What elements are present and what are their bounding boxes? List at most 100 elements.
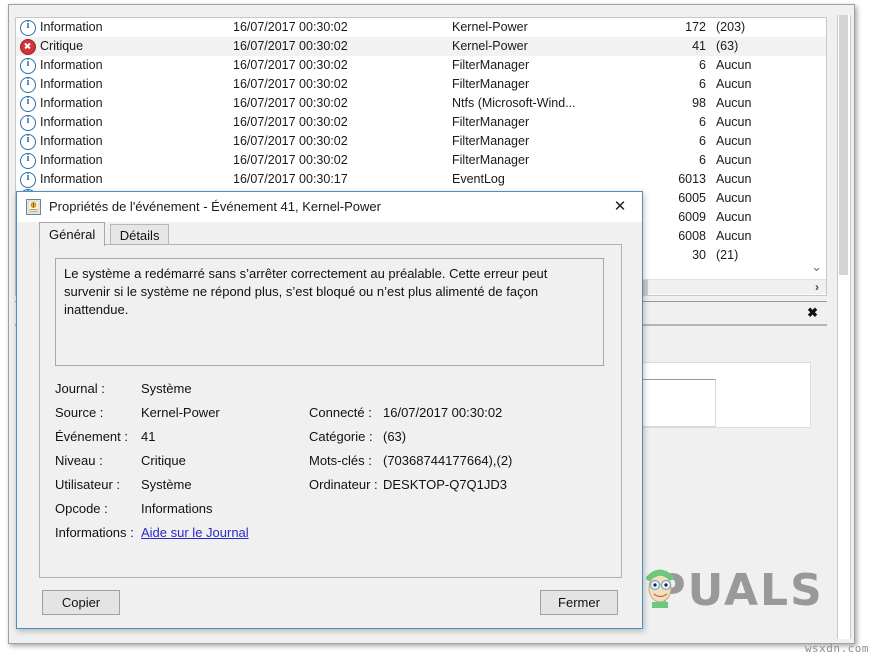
event-source-cell: FilterManager [452, 132, 529, 151]
source-watermark: wsxdn.com [805, 642, 869, 655]
event-id-cell: 6009 [656, 208, 706, 227]
event-id-cell: 6 [656, 132, 706, 151]
event-list-row[interactable]: Information 16/07/2017 00:30:02 FilterMana… [16, 132, 826, 151]
event-field-row: Niveau : Critique Mots-clés : (703687441776… [55, 453, 607, 477]
field-value: Système [141, 477, 192, 492]
event-level-label: Information [40, 75, 103, 94]
field-value: Critique [141, 453, 186, 468]
event-level-label: Information [40, 56, 103, 75]
event-id-cell: 6 [656, 113, 706, 132]
event-level-cell: Critique [20, 37, 220, 56]
field-label-secondary: Mots-clés : [309, 453, 372, 468]
event-category-cell: Aucun [716, 170, 751, 189]
info-icon [20, 134, 36, 150]
event-source-cell: Kernel-Power [452, 37, 528, 56]
event-level-cell: Information [20, 18, 220, 37]
dialog-tabs: Général Détails [39, 222, 169, 244]
event-list-row[interactable]: Information16/07/2017 00:30:02Kernel-Pow… [16, 18, 826, 37]
event-date-cell: 16/07/2017 00:30:02 [233, 56, 348, 75]
tab-general[interactable]: Général [39, 222, 105, 246]
event-category-cell: Aucun [716, 94, 751, 113]
window-vertical-scrollbar-thumb[interactable] [839, 15, 848, 275]
window-vertical-scrollbar[interactable] [837, 15, 851, 639]
event-level-cell: Information [20, 113, 220, 132]
event-date-cell: 16/07/2017 00:30:17 [233, 170, 348, 189]
field-label: Source : [55, 405, 103, 420]
field-label: Opcode : [55, 501, 108, 516]
event-id-cell: 41 [656, 37, 706, 56]
event-log-help-link[interactable]: Aide sur le Journal [141, 525, 249, 540]
info-label: Informations : [55, 525, 134, 540]
event-category-cell: Aucun [716, 132, 751, 151]
event-field-row: Journal : Système [55, 381, 607, 405]
close-button[interactable]: Fermer [540, 590, 618, 615]
event-date-cell: 16/07/2017 00:30:02 [233, 132, 348, 151]
event-date-cell: 16/07/2017 00:30:02 [233, 37, 348, 56]
event-category-cell: Aucun [716, 189, 751, 208]
appuals-mascot-icon [641, 561, 679, 609]
event-list-row[interactable]: Information 16/07/2017 00:30:17 EventLog 60… [16, 170, 826, 189]
event-list-row[interactable]: Information16/07/2017 00:30:02Ntfs (Micr… [16, 94, 826, 113]
event-category-cell: (21) [716, 246, 738, 265]
dialog-title-bar[interactable]: Propriétés de l'événement - Événement 41… [17, 192, 642, 222]
tab-details[interactable]: Détails [110, 224, 170, 246]
scroll-down-chevron-icon[interactable]: ⌄ [811, 260, 822, 273]
field-value-secondary: (70368744177664),(2) [383, 453, 512, 468]
field-label: Journal : [55, 381, 105, 396]
event-level-cell: Information [20, 75, 220, 94]
event-date-cell: 16/07/2017 00:30:02 [233, 151, 348, 170]
event-id-cell: 6 [656, 75, 706, 94]
field-value-secondary: 16/07/2017 00:30:02 [383, 405, 502, 420]
event-level-cell: Information [20, 132, 220, 151]
dialog-close-button[interactable]: ✕ [598, 192, 642, 221]
event-source-cell: EventLog [452, 170, 505, 189]
event-list-row[interactable]: Information16/07/2017 00:30:02FilterMana… [16, 75, 826, 94]
field-label: Événement : [55, 429, 128, 444]
event-level-label: Information [40, 132, 103, 151]
field-label: Utilisateur : [55, 477, 120, 492]
field-value: Informations [141, 501, 213, 516]
event-source-cell: Ntfs (Microsoft-Wind... [452, 94, 576, 113]
event-level-label: Information [40, 151, 103, 170]
event-list-row[interactable]: Information 16/07/2017 00:30:02 FilterMana… [16, 56, 826, 75]
info-icon [20, 20, 36, 36]
event-id-cell: 6013 [656, 170, 706, 189]
event-id-cell: 6008 [656, 227, 706, 246]
event-category-cell: Aucun [716, 208, 751, 227]
event-level-label: Information [40, 94, 103, 113]
event-field-row: Opcode : Informations [55, 501, 607, 525]
info-icon [20, 153, 36, 169]
event-category-cell: (203) [716, 18, 745, 37]
event-level-cell: Information [20, 94, 220, 113]
event-id-cell: 6 [656, 151, 706, 170]
event-category-cell: Aucun [716, 75, 751, 94]
event-list-row[interactable]: Information16/07/2017 00:30:02FilterMana… [16, 113, 826, 132]
event-id-cell: 6005 [656, 189, 706, 208]
event-field-row: Source :Kernel-PowerConnecté :16/07/2017… [55, 405, 607, 429]
event-category-cell: Aucun [716, 56, 751, 75]
copy-button[interactable]: Copier [42, 590, 120, 615]
event-properties-dialog: Propriétés de l'événement - Événement 41… [16, 191, 643, 629]
event-date-cell: 16/07/2017 00:30:02 [233, 113, 348, 132]
scroll-right-arrow-icon[interactable]: › [807, 280, 827, 295]
event-id-cell: 30 [656, 246, 706, 265]
field-value: Système [141, 381, 192, 396]
dialog-tab-panel: Le système a redémarré sans s’arrêter co… [39, 244, 622, 578]
event-id-cell: 6 [656, 56, 706, 75]
event-level-label: Information [40, 170, 103, 189]
event-source-cell: FilterManager [452, 75, 529, 94]
event-source-cell: FilterManager [452, 151, 529, 170]
event-message-box[interactable]: Le système a redémarré sans s’arrêter co… [55, 258, 604, 366]
field-label: Niveau : [55, 453, 103, 468]
event-level-cell: Information [20, 170, 220, 189]
event-level-cell: Information [20, 151, 220, 170]
preview-close-icon[interactable]: ✖ [807, 304, 818, 322]
event-id-cell: 98 [656, 94, 706, 113]
event-field-row: Utilisateur :SystèmeOrdinateur :DESKTOP-… [55, 477, 607, 501]
event-source-cell: FilterManager [452, 56, 529, 75]
field-label-secondary: Ordinateur : [309, 477, 378, 492]
event-list-row[interactable]: Information 16/07/2017 00:30:02 FilterMana… [16, 151, 826, 170]
event-level-label: Information [40, 113, 103, 132]
event-list-row[interactable]: Critique 16/07/2017 00:30:02 Kernel-Power 4… [16, 37, 826, 56]
field-value-secondary: (63) [383, 429, 406, 444]
